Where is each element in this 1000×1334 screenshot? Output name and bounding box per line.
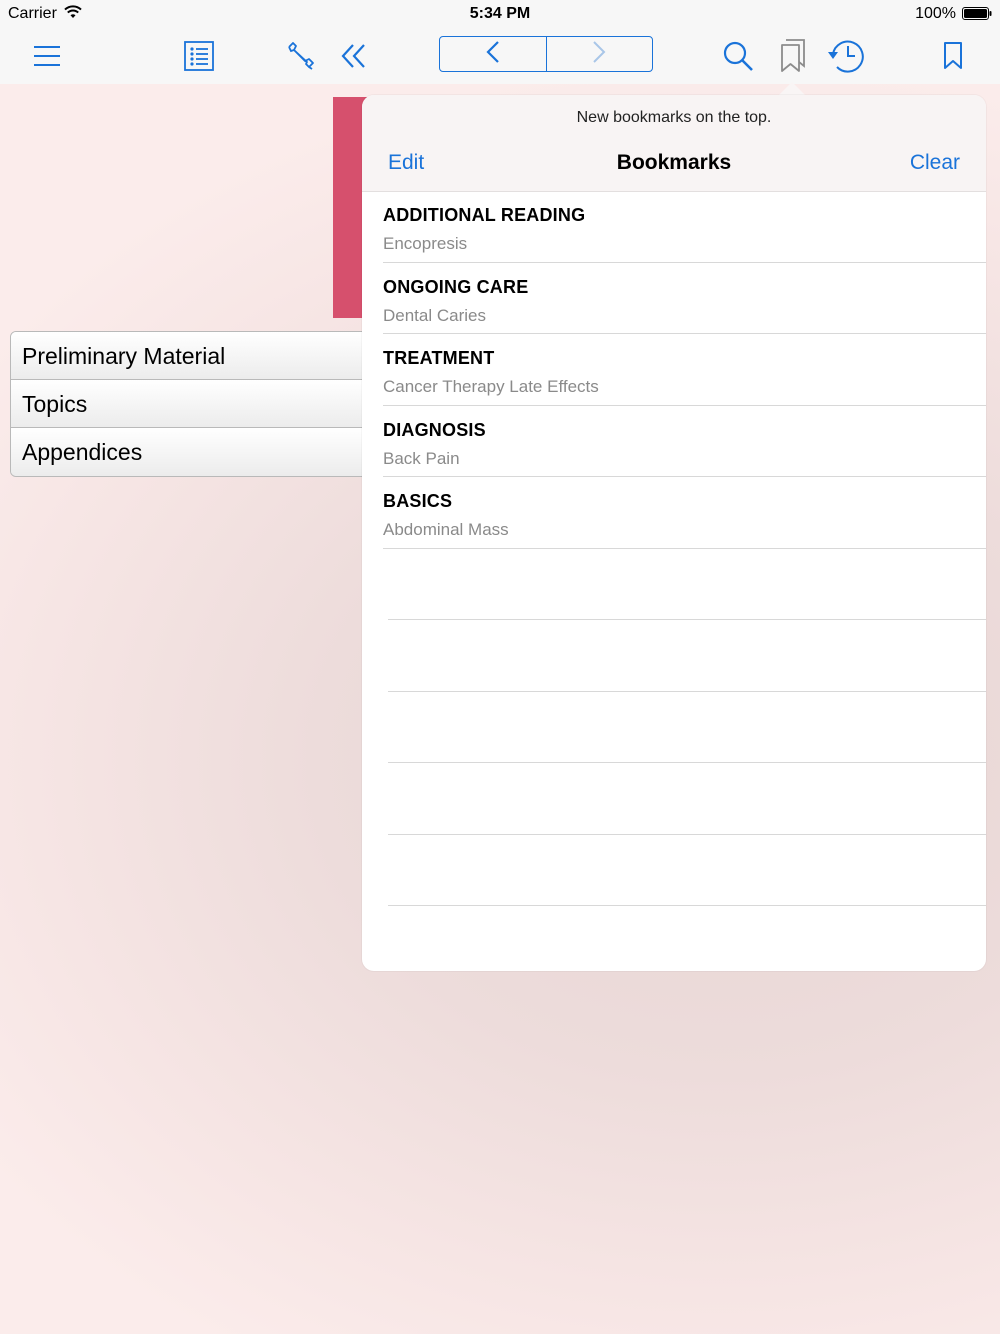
bookmark-subtitle: Dental Caries: [383, 305, 486, 325]
empty-row: [388, 763, 986, 835]
bookmark-icon: [943, 41, 963, 70]
history-button[interactable]: [826, 27, 866, 84]
bookmark-row[interactable]: ADDITIONAL READING Encopresis: [383, 191, 986, 263]
empty-row: [388, 835, 986, 906]
popover-title: Bookmarks: [616, 151, 732, 174]
bookmark-subtitle: Back Pain: [383, 448, 460, 468]
empty-row: [388, 549, 986, 620]
bookmark-title: ONGOING CARE: [383, 276, 529, 297]
menu-button[interactable]: [30, 27, 64, 84]
menu-item-topics[interactable]: Topics: [11, 380, 409, 428]
bookmark-row[interactable]: BASICS Abdominal Mass: [383, 477, 986, 549]
clear-button[interactable]: Clear: [910, 151, 960, 175]
bookmark-row[interactable]: TREATMENT Cancer Therapy Late Effects: [383, 334, 986, 406]
bookmarks-list-button[interactable]: [777, 27, 809, 84]
chevron-right-icon: [591, 40, 607, 69]
previous-button[interactable]: [440, 37, 546, 71]
empty-row: [388, 692, 986, 763]
bookmarks-list: ADDITIONAL READING Encopresis ONGOING CA…: [362, 191, 986, 906]
chevron-left-icon: [485, 40, 501, 69]
next-button[interactable]: [545, 37, 653, 71]
battery-percentage: 100%: [915, 5, 956, 22]
bookmark-title: TREATMENT: [383, 348, 495, 368]
history-icon: [827, 39, 865, 73]
menu-item-preliminary-material[interactable]: Preliminary Material: [11, 332, 409, 380]
back-to-start-button[interactable]: [338, 27, 370, 84]
toolbar: [0, 27, 1000, 84]
main-menu-list: Preliminary Material Topics Appendices: [10, 331, 410, 477]
search-icon: [722, 40, 754, 72]
bookmark-subtitle: Abdominal Mass: [383, 520, 509, 539]
status-time: 5:34 PM: [469, 5, 531, 22]
bookmark-title: ADDITIONAL READING: [383, 205, 586, 225]
battery-icon: [962, 7, 992, 20]
bookmark-subtitle: Cancer Therapy Late Effects: [383, 377, 599, 396]
bookmark-subtitle: Encopresis: [383, 234, 468, 253]
search-button[interactable]: [720, 27, 756, 84]
bookmark-row[interactable]: ONGOING CARE Dental Caries: [383, 263, 986, 334]
popover-header: New bookmarks on the top. Edit Bookmarks…: [362, 95, 986, 192]
list-icon: [184, 40, 214, 71]
contents-button[interactable]: [182, 27, 216, 84]
double-chevron-left-icon: [341, 43, 367, 69]
bookmark-title: DIAGNOSIS: [383, 419, 486, 440]
navigation-segment: [439, 36, 653, 72]
menu-icon: [33, 45, 61, 67]
bookmark-row[interactable]: DIAGNOSIS Back Pain: [383, 406, 986, 477]
empty-row: [388, 620, 986, 692]
menu-item-appendices[interactable]: Appendices: [11, 428, 409, 476]
add-bookmark-button[interactable]: [938, 27, 968, 84]
bookmark-title: BASICS: [383, 491, 453, 511]
tools-button[interactable]: [283, 27, 317, 84]
bookmarks-icon: [780, 38, 806, 73]
wrench-icon: [285, 41, 315, 71]
status-bar: Carrier 5:34 PM 100%: [0, 0, 1000, 27]
bookmarks-note: New bookmarks on the top.: [576, 109, 772, 126]
bookmarks-popover: New bookmarks on the top. Edit Bookmarks…: [362, 95, 986, 971]
popover-arrow: [779, 82, 805, 95]
